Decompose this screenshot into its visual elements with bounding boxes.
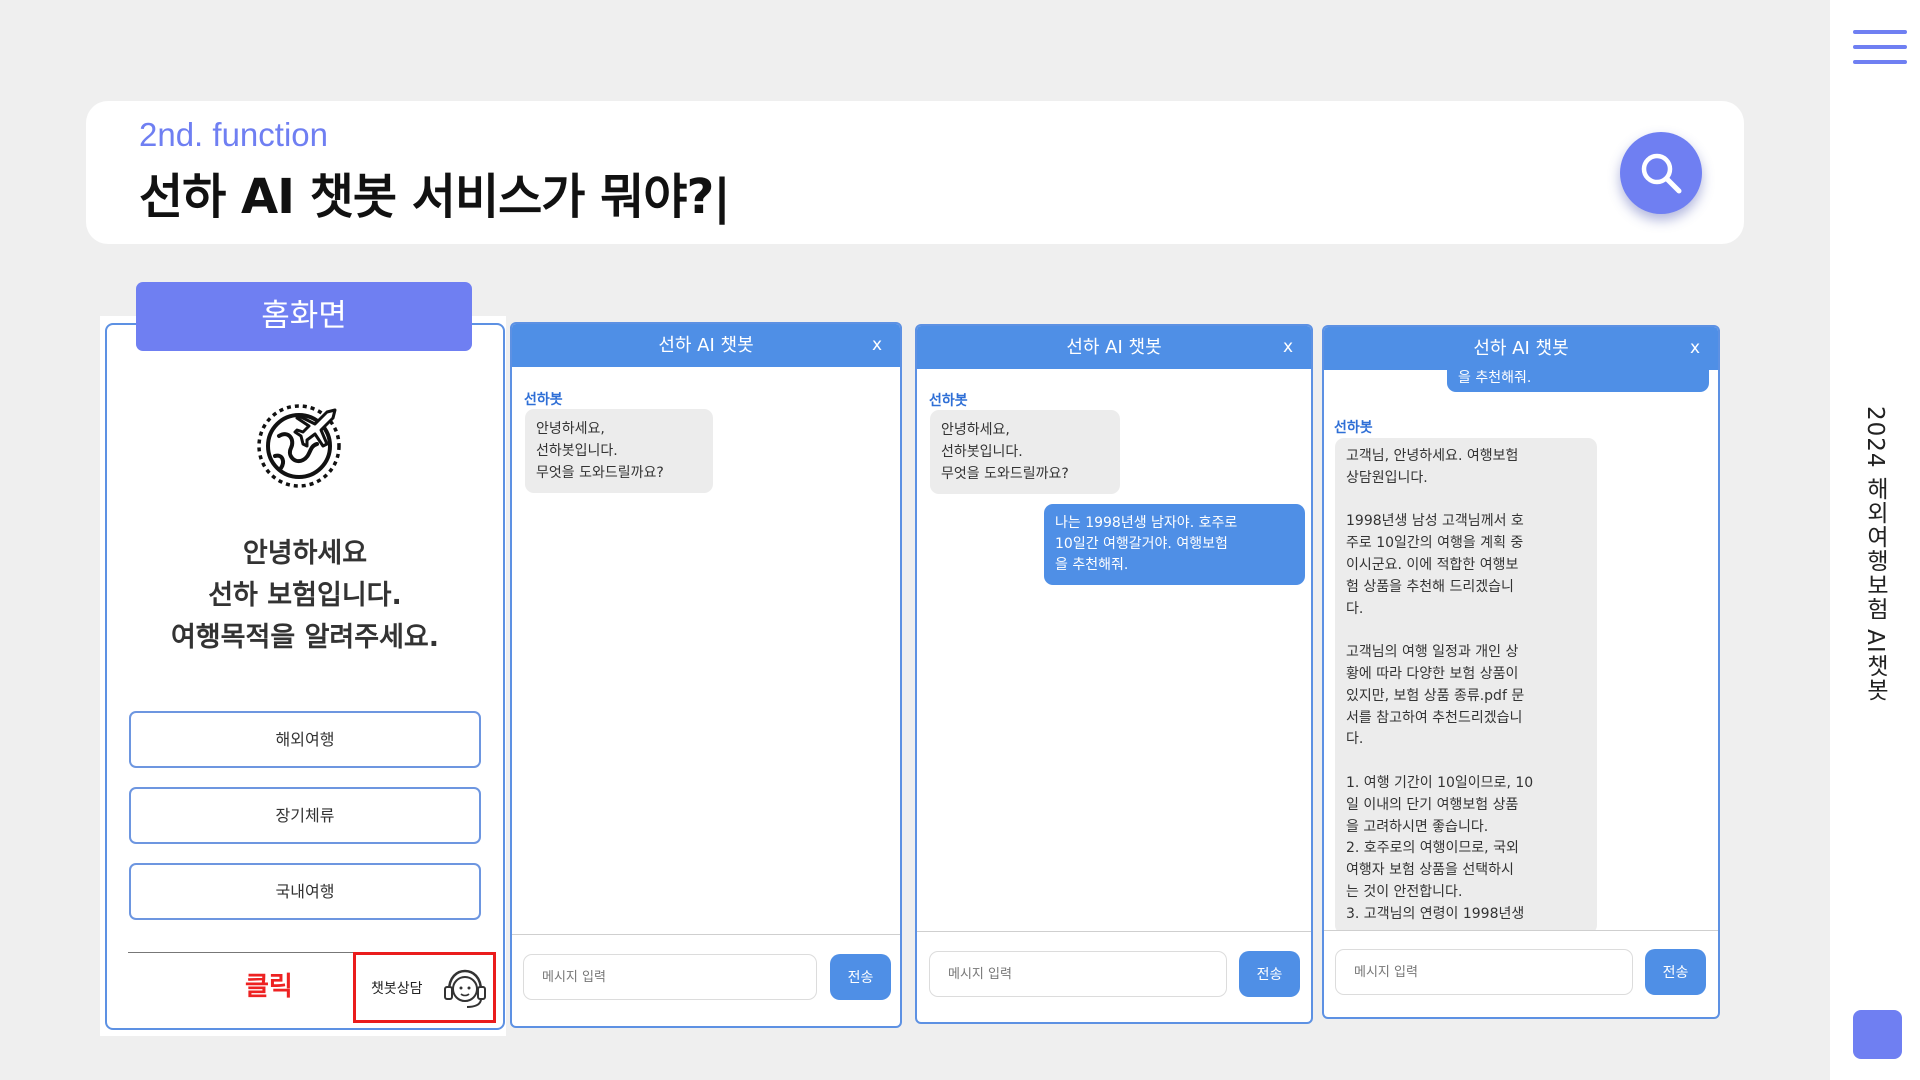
vertical-page-title: 2024 해외여행보험 AI챗봇 <box>1862 406 1888 702</box>
message-input[interactable] <box>929 951 1227 997</box>
page-title: 선하 AI 챗봇 서비스가 뭐야?| <box>139 169 731 225</box>
domestic-travel-button[interactable]: 국내여행 <box>129 863 481 920</box>
greeting-line: 안녕하세요 <box>242 538 368 569</box>
hamburger-menu-icon[interactable] <box>1853 30 1907 66</box>
section-subtitle: 2nd. function <box>139 116 328 153</box>
bot-message: 안녕하세요, 선하봇입니다. 무엇을 도와드릴까요? <box>930 410 1120 494</box>
divider <box>512 934 900 935</box>
close-button[interactable]: x <box>872 324 882 367</box>
chat-scroll-area[interactable]: 을 추천해줘. 선하봇 고객님, 안녕하세요. 여행보험 상담원입니다. 199… <box>1324 370 1718 930</box>
click-callout: 클릭 <box>245 972 293 1002</box>
greeting-line: 선하 보험입니다. <box>208 580 402 611</box>
send-button[interactable]: 전송 <box>1239 951 1300 997</box>
bot-message: 안녕하세요, 선하봇입니다. 무엇을 도와드릴까요? <box>525 409 713 493</box>
chatbot-consult-button[interactable]: 챗봇상담 <box>353 952 496 1023</box>
send-button[interactable]: 전송 <box>830 954 891 1000</box>
close-button[interactable]: x <box>1690 327 1700 370</box>
bot-name: 선하봇 <box>929 393 968 409</box>
overseas-travel-button[interactable]: 해외여행 <box>129 711 481 768</box>
message-input[interactable] <box>1335 949 1633 995</box>
home-greeting: 안녕하세요 선하 보험입니다. 여행목적을 알려주세요. <box>106 533 504 659</box>
bot-reply-message: 고객님, 안녕하세요. 여행보험 상담원입니다. 1998년생 남성 고객님께서… <box>1335 438 1597 930</box>
chatbot-consult-label: 챗봇상담 <box>371 981 423 997</box>
divider <box>1324 930 1718 931</box>
bot-name: 선하봇 <box>1334 420 1373 436</box>
send-button[interactable]: 전송 <box>1645 949 1706 995</box>
home-tab-label: 홈화면 <box>136 282 472 351</box>
globe-plane-icon <box>257 404 341 488</box>
message-input[interactable] <box>523 954 817 1000</box>
corner-accent-square <box>1853 1010 1902 1059</box>
chat-window-3: 선하 AI 챗봇 x 을 추천해줘. 선하봇 고객님, 안녕하세요. 여행보험 … <box>1322 325 1720 1019</box>
close-button[interactable]: x <box>1283 326 1293 369</box>
search-button[interactable] <box>1620 132 1702 214</box>
divider <box>917 931 1311 932</box>
user-message-tail: 을 추천해줘. <box>1447 370 1709 392</box>
greeting-line: 여행목적을 알려주세요. <box>170 622 440 653</box>
search-icon <box>1641 153 1682 194</box>
chat-header: 선하 AI 챗봇 <box>1324 327 1718 370</box>
bot-name: 선하봇 <box>524 392 563 408</box>
chat-window-2: 선하 AI 챗봇 x 선하봇 안녕하세요, 선하봇입니다. 무엇을 도와드릴까요… <box>915 324 1313 1024</box>
chat-window-1: 선하 AI 챗봇 x 선하봇 안녕하세요, 선하봇입니다. 무엇을 도와드릴까요… <box>510 322 902 1028</box>
chat-header: 선하 AI 챗봇 <box>512 324 900 367</box>
user-message: 나는 1998년생 남자야. 호주로 10일간 여행갈거야. 여행보험 을 추천… <box>1044 504 1305 585</box>
headset-agent-icon <box>444 969 486 1008</box>
long-stay-button[interactable]: 장기체류 <box>129 787 481 844</box>
chat-header: 선하 AI 챗봇 <box>917 326 1311 369</box>
